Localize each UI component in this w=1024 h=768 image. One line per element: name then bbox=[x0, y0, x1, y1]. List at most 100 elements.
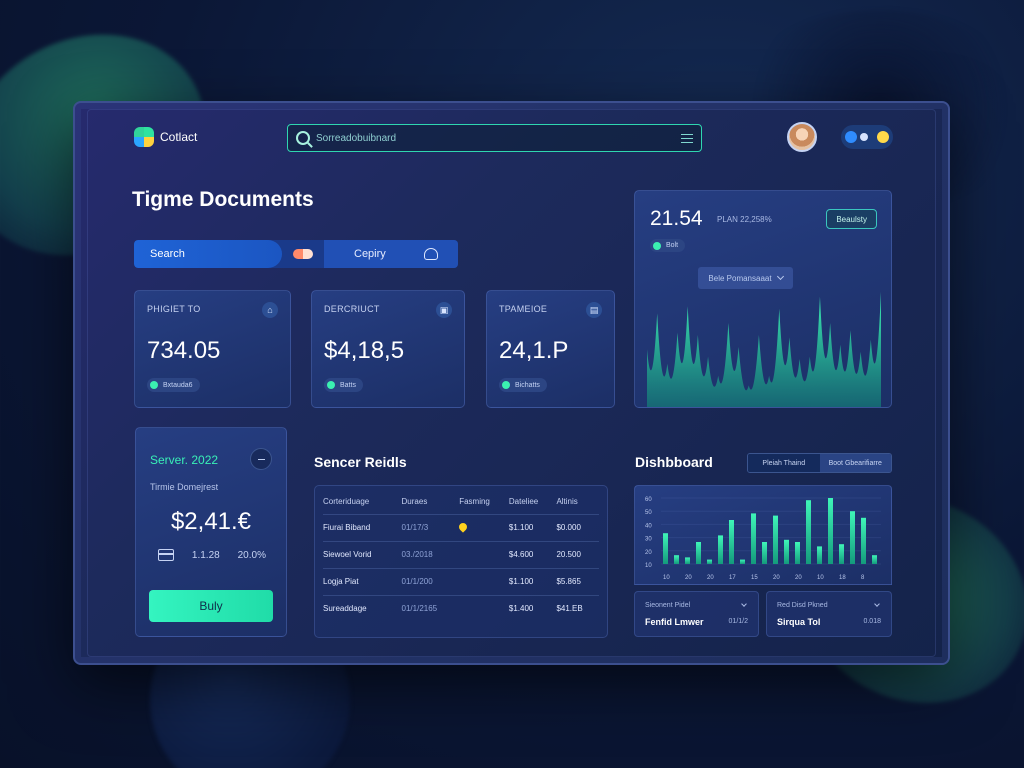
stat-value: $4,18,5 bbox=[324, 337, 405, 364]
chevron-down-icon bbox=[741, 601, 747, 607]
table-cell: Siewoel Vorid bbox=[323, 540, 402, 568]
theme-toggle[interactable] bbox=[841, 125, 893, 149]
sun-icon bbox=[877, 131, 889, 143]
peak-area bbox=[647, 291, 881, 407]
bar bbox=[850, 511, 855, 564]
x-tick-label: 15 bbox=[751, 575, 758, 581]
x-tick-label: 10 bbox=[663, 575, 670, 581]
dashboard-title: Dishbboard bbox=[635, 454, 713, 470]
y-tick-label: 40 bbox=[645, 523, 652, 529]
tab-toggle[interactable] bbox=[282, 240, 324, 268]
bar-chart: 60 50 40 30 20 10 10 20 20 17 15 20 20 10 18 8 bbox=[645, 497, 881, 581]
toggle-knob-icon bbox=[845, 131, 857, 143]
table-cell: $1.400 bbox=[508, 594, 557, 622]
segment-left[interactable]: Pleiah Thaind bbox=[748, 454, 820, 472]
chevron-down-icon bbox=[874, 601, 880, 607]
server-subtitle: Tirmie Domejrest bbox=[150, 482, 219, 492]
summary-card[interactable]: Red Disd Pkned Sirqua Tol 0.018 bbox=[766, 591, 892, 637]
y-tick-label: 10 bbox=[645, 563, 652, 569]
column-header[interactable]: Duraes bbox=[402, 486, 460, 514]
buy-button[interactable]: Buly bbox=[149, 590, 273, 622]
table-cell: Sureaddage bbox=[323, 594, 402, 622]
table-cell bbox=[459, 594, 509, 622]
bar bbox=[839, 544, 844, 564]
table-cell: $4.600 bbox=[508, 540, 557, 568]
bar bbox=[828, 498, 833, 564]
y-tick-label: 20 bbox=[645, 550, 652, 556]
minus-icon[interactable] bbox=[250, 448, 272, 470]
bar bbox=[773, 515, 778, 564]
status-dot-icon bbox=[327, 381, 335, 389]
status-dot-icon bbox=[150, 381, 158, 389]
search-input[interactable] bbox=[316, 132, 681, 144]
stat-card[interactable]: TPAMEIOE ▤ 24,1.P Bichatts bbox=[486, 290, 615, 408]
table-cell: 01/1/2165 bbox=[401, 594, 460, 622]
tab-category-label: Cepiry bbox=[354, 248, 386, 260]
column-header[interactable]: Altinis bbox=[556, 486, 599, 514]
server-left-stat: 1.1.28 bbox=[191, 549, 220, 561]
bar bbox=[685, 557, 690, 564]
summary-card[interactable]: Sieonent Pidel Fenfid Lmwer 01/1/2 bbox=[634, 591, 759, 637]
stat-label: PHIGIET TO bbox=[147, 304, 201, 314]
column-header[interactable]: Dateliee bbox=[509, 486, 557, 514]
logo-text: Cotlact bbox=[160, 130, 198, 144]
search-bar[interactable] bbox=[287, 124, 702, 152]
bar bbox=[740, 559, 745, 564]
file-icon: ▤ bbox=[586, 302, 602, 318]
x-tick-label: 20 bbox=[795, 575, 802, 581]
table-cell bbox=[459, 540, 509, 568]
records-table: Corteriduage Duraes Fasming Dateliee Alt… bbox=[314, 485, 608, 638]
status-badge-label: Batts bbox=[340, 381, 356, 389]
stat-label: DERCRIUCT bbox=[324, 304, 380, 314]
bar bbox=[663, 533, 668, 564]
x-tick-label: 10 bbox=[817, 575, 824, 581]
x-tick-label: 18 bbox=[839, 575, 846, 581]
menu-icon[interactable] bbox=[681, 133, 693, 143]
home-icon: ⌂ bbox=[262, 302, 278, 318]
segment-right[interactable]: Boot Gbearifiarre bbox=[819, 454, 891, 472]
table-cell: $1.100 bbox=[508, 513, 557, 541]
pill-icon bbox=[293, 249, 313, 259]
table-row[interactable]: Fiurai Biband 01/17/3 $1.100 $0.000 bbox=[323, 513, 599, 541]
summary-secondary: 0.018 bbox=[863, 618, 881, 625]
x-tick-label: 20 bbox=[773, 575, 780, 581]
stat-card[interactable]: DERCRIUCT ▣ $4,18,5 Batts bbox=[311, 290, 465, 408]
y-tick-label: 30 bbox=[645, 537, 652, 543]
bar bbox=[674, 555, 679, 564]
y-tick-label: 60 bbox=[645, 497, 652, 503]
summary-value: Sirqua Tol bbox=[777, 617, 821, 627]
table-cell: $41.EB bbox=[556, 594, 599, 622]
tab-category[interactable]: Cepiry bbox=[324, 240, 458, 268]
status-badge: Batts bbox=[324, 378, 363, 392]
person-icon bbox=[424, 248, 438, 260]
summary-label: Red Disd Pkned bbox=[777, 602, 828, 609]
avatar[interactable] bbox=[787, 122, 817, 152]
status-badge-label: Bichatts bbox=[515, 381, 540, 389]
stat-card[interactable]: PHIGIET TO ⌂ 734.05 Bxtauda6 bbox=[134, 290, 291, 408]
table-cell: $5.865 bbox=[556, 567, 599, 595]
tab-search[interactable]: Search bbox=[134, 240, 282, 268]
server-title: Server. 2022 bbox=[150, 453, 219, 467]
column-header[interactable]: Fasming bbox=[459, 486, 509, 514]
dashboard-segment-control: Pleiah Thaind Boot Gbearifiarre bbox=[747, 453, 892, 473]
bar bbox=[806, 500, 811, 564]
server-stats-row: 1.1.28 20.0% bbox=[158, 549, 266, 561]
bar bbox=[718, 535, 723, 564]
app-logo[interactable]: Cotlact bbox=[134, 127, 197, 147]
status-badge: Bichatts bbox=[499, 378, 547, 392]
table-row[interactable]: Siewoel Vorid 03./2018 $4.600 20.500 bbox=[323, 540, 599, 568]
table-title: Sencer Reidls bbox=[314, 454, 407, 470]
peak-area-chart bbox=[647, 291, 881, 407]
summary-secondary: 01/1/2 bbox=[728, 618, 748, 625]
column-header[interactable]: Corteriduage bbox=[323, 486, 402, 514]
table-row[interactable]: Sureaddage 01/1/2165 $1.400 $41.EB bbox=[323, 594, 599, 622]
table-row[interactable]: Logja Piat 01/1/200 $1.100 $5.865 bbox=[323, 567, 599, 595]
bar-chart-card: 60 50 40 30 20 10 10 20 20 17 15 20 20 10 18 8 bbox=[634, 485, 892, 585]
logo-icon bbox=[134, 127, 154, 147]
server-value: $2,41.€ bbox=[170, 508, 252, 535]
moon-icon bbox=[860, 133, 868, 141]
server-right-stat: 20.0% bbox=[237, 549, 266, 561]
table-cell bbox=[459, 567, 509, 595]
table-cell: 03./2018 bbox=[401, 540, 460, 568]
y-tick-label: 50 bbox=[645, 510, 652, 516]
